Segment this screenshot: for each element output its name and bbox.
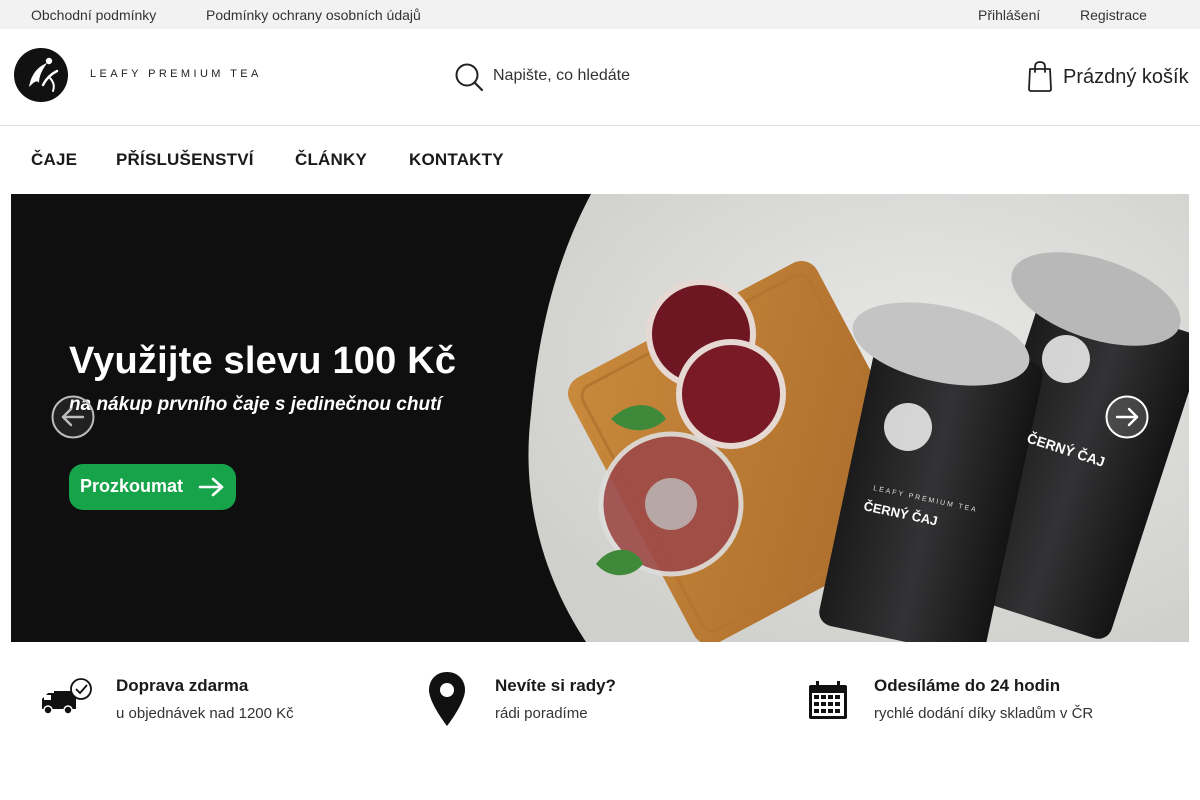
feature-subtitle: rádi poradíme [495,705,588,722]
main-nav: ČAJE PŘÍSLUŠENSTVÍ ČLÁNKY KONTAKTY [0,126,1200,194]
banner-subtitle: na nákup prvního čaje s jedinečnou chutí [69,394,442,415]
shopping-bag-icon[interactable] [1027,60,1053,92]
delivery-truck-icon [42,678,92,715]
carousel-prev-button[interactable] [51,395,95,439]
nav-item-accessories[interactable]: PŘÍSLUŠENSTVÍ [116,150,254,170]
explore-button[interactable]: Prozkoumat [69,464,236,510]
feature-subtitle: u objednávek nad 1200 Kč [116,705,294,722]
search-input[interactable] [493,60,913,92]
feature-title: Odesíláme do 24 hodin [874,676,1061,695]
nav-item-teas[interactable]: ČAJE [31,150,77,170]
top-bar: Obchodní podmínky Podmínky ochrany osobn… [0,0,1200,29]
logo-icon[interactable] [13,47,70,104]
explore-button-label: Prozkoumat [80,476,184,496]
calendar-icon [809,681,847,719]
terms-link[interactable]: Obchodní podmínky [31,7,156,23]
cart-label[interactable]: Prázdný košík [1063,66,1189,89]
site-header: LEAFY PREMIUM TEA Prázdný košík [0,29,1200,126]
privacy-link[interactable]: Podmínky ochrany osobních údajů [206,7,421,23]
feature-title: Nevíte si rady? [495,676,616,695]
banner-product-image: LEAFY PREMIUM TEA ČERNÝ ČAJ ČERNÝ ČAJ [528,194,1189,642]
carousel-next-button[interactable] [1105,395,1149,439]
nav-item-contacts[interactable]: KONTAKTY [409,150,504,170]
feature-title: Doprava zdarma [116,676,249,695]
banner-title: Využijte slevu 100 Kč [69,340,457,382]
login-link[interactable]: Přihlášení [978,7,1040,23]
feature-subtitle: rychlé dodání díky skladům v ČR [874,705,1094,722]
register-link[interactable]: Registrace [1080,7,1147,23]
nav-item-articles[interactable]: ČLÁNKY [295,150,367,170]
hero-banner[interactable]: LEAFY PREMIUM TEA ČERNÝ ČAJ ČERNÝ ČAJ Vy… [11,194,1189,642]
search-icon[interactable] [454,62,484,92]
map-pin-icon [429,672,465,726]
logo-text[interactable]: LEAFY PREMIUM TEA [90,68,262,80]
arrow-right-icon [198,477,224,497]
